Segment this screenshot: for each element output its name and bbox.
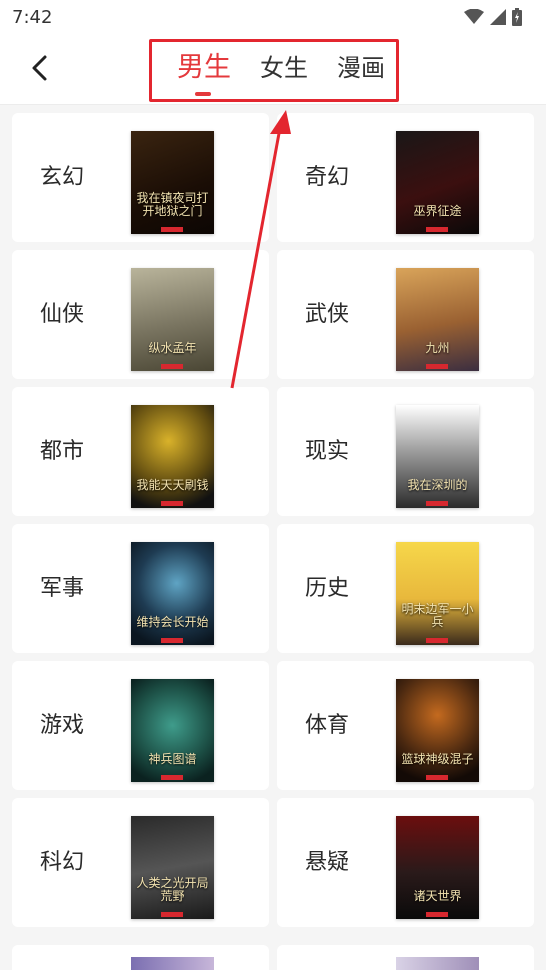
tab-comic[interactable]: 漫画 (337, 48, 385, 83)
category-card[interactable]: 现实我在深圳的 (277, 387, 534, 516)
category-label: 游戏 (40, 713, 85, 738)
category-card[interactable]: 军事维持会长开始 (12, 524, 269, 653)
category-label: 体育 (305, 713, 350, 738)
book-cover: 我能天天刷钱 (131, 405, 214, 508)
status-time: 7:42 (12, 6, 53, 28)
category-label: 都市 (40, 439, 85, 464)
book-cover-partial (396, 957, 479, 970)
book-cover: 明末边军一小兵 (396, 542, 479, 645)
publisher-badge (161, 638, 183, 643)
category-label: 武侠 (305, 302, 350, 327)
book-cover: 篮球神级混子 (396, 679, 479, 782)
category-card[interactable]: 悬疑诸天世界 (277, 798, 534, 927)
back-button[interactable] (22, 50, 56, 86)
category-label: 现实 (305, 439, 350, 464)
status-bar: 7:42 (0, 0, 546, 34)
category-label: 历史 (305, 576, 350, 601)
book-cover-title: 神兵图谱 (148, 752, 197, 766)
category-card[interactable]: 玄幻我在镇夜司打开地狱之门 (12, 113, 269, 242)
book-cover-title: 巫界征途 (413, 204, 462, 218)
book-cover: 维持会长开始 (131, 542, 214, 645)
category-grid-partial-row (12, 945, 534, 970)
category-label: 军事 (40, 576, 85, 601)
book-cover-title: 篮球神级混子 (401, 752, 474, 766)
chevron-left-icon (32, 55, 47, 81)
book-cover-title: 维持会长开始 (136, 615, 209, 629)
category-card[interactable]: 仙侠纵水孟年 (12, 250, 269, 379)
publisher-badge (161, 227, 183, 232)
category-label: 玄幻 (40, 165, 85, 190)
book-cover: 九州 (396, 268, 479, 371)
book-cover: 纵水孟年 (131, 268, 214, 371)
publisher-badge (161, 775, 183, 780)
book-cover-title: 我在镇夜司打开地狱之门 (136, 191, 209, 218)
book-cover-title: 九州 (425, 341, 450, 355)
book-cover: 诸天世界 (396, 816, 479, 919)
category-card-partial[interactable] (12, 945, 269, 970)
battery-icon (512, 8, 522, 26)
book-cover: 我在深圳的 (396, 405, 479, 508)
book-cover-title: 明末边军一小兵 (401, 602, 474, 629)
category-card[interactable]: 游戏神兵图谱 (12, 661, 269, 790)
book-cover-title: 我能天天刷钱 (136, 478, 209, 492)
tab-female[interactable]: 女生 (260, 48, 308, 83)
category-card-partial[interactable] (277, 945, 534, 970)
publisher-badge (161, 364, 183, 369)
category-grid: 玄幻 我在镇夜司打开地狱之门 奇幻 巫界征途 仙侠 纵水孟年 武侠 九州 都市 我能天天刷钱 现实我… (12, 113, 534, 927)
signal-icon (490, 9, 506, 25)
book-cover: 巫界征途 (396, 131, 479, 234)
status-icons (464, 8, 522, 26)
category-label: 科幻 (40, 850, 85, 875)
publisher-badge (426, 227, 448, 232)
publisher-badge (161, 501, 183, 506)
publisher-badge (426, 638, 448, 643)
publisher-badge (426, 912, 448, 917)
book-cover-title: 人类之光开局荒野 (136, 876, 209, 903)
category-card[interactable]: 科幻人类之光开局荒野 (12, 798, 269, 927)
category-card[interactable]: 奇幻巫界征途 (277, 113, 534, 242)
category-label: 悬疑 (305, 850, 350, 875)
category-label: 仙侠 (40, 302, 85, 327)
category-card[interactable]: 历史明末边军一小兵 (277, 524, 534, 653)
publisher-badge (426, 775, 448, 780)
book-cover-partial (131, 957, 214, 970)
category-card[interactable]: 武侠九州 (277, 250, 534, 379)
category-label: 奇幻 (305, 165, 350, 190)
publisher-badge (426, 501, 448, 506)
header: 男生 女生 漫画 (0, 34, 546, 105)
wifi-icon (464, 9, 484, 24)
book-cover: 神兵图谱 (131, 679, 214, 782)
category-card[interactable]: 体育篮球神级混子 (277, 661, 534, 790)
publisher-badge (161, 912, 183, 917)
category-card[interactable]: 都市我能天天刷钱 (12, 387, 269, 516)
book-cover-title: 纵水孟年 (148, 341, 197, 355)
book-cover: 我在镇夜司打开地狱之门 (131, 131, 214, 234)
tab-male[interactable]: 男生 (177, 45, 231, 84)
active-tab-indicator (195, 92, 211, 96)
publisher-badge (426, 364, 448, 369)
book-cover: 人类之光开局荒野 (131, 816, 214, 919)
book-cover-title: 我在深圳的 (407, 478, 468, 492)
book-cover-title: 诸天世界 (413, 889, 462, 903)
